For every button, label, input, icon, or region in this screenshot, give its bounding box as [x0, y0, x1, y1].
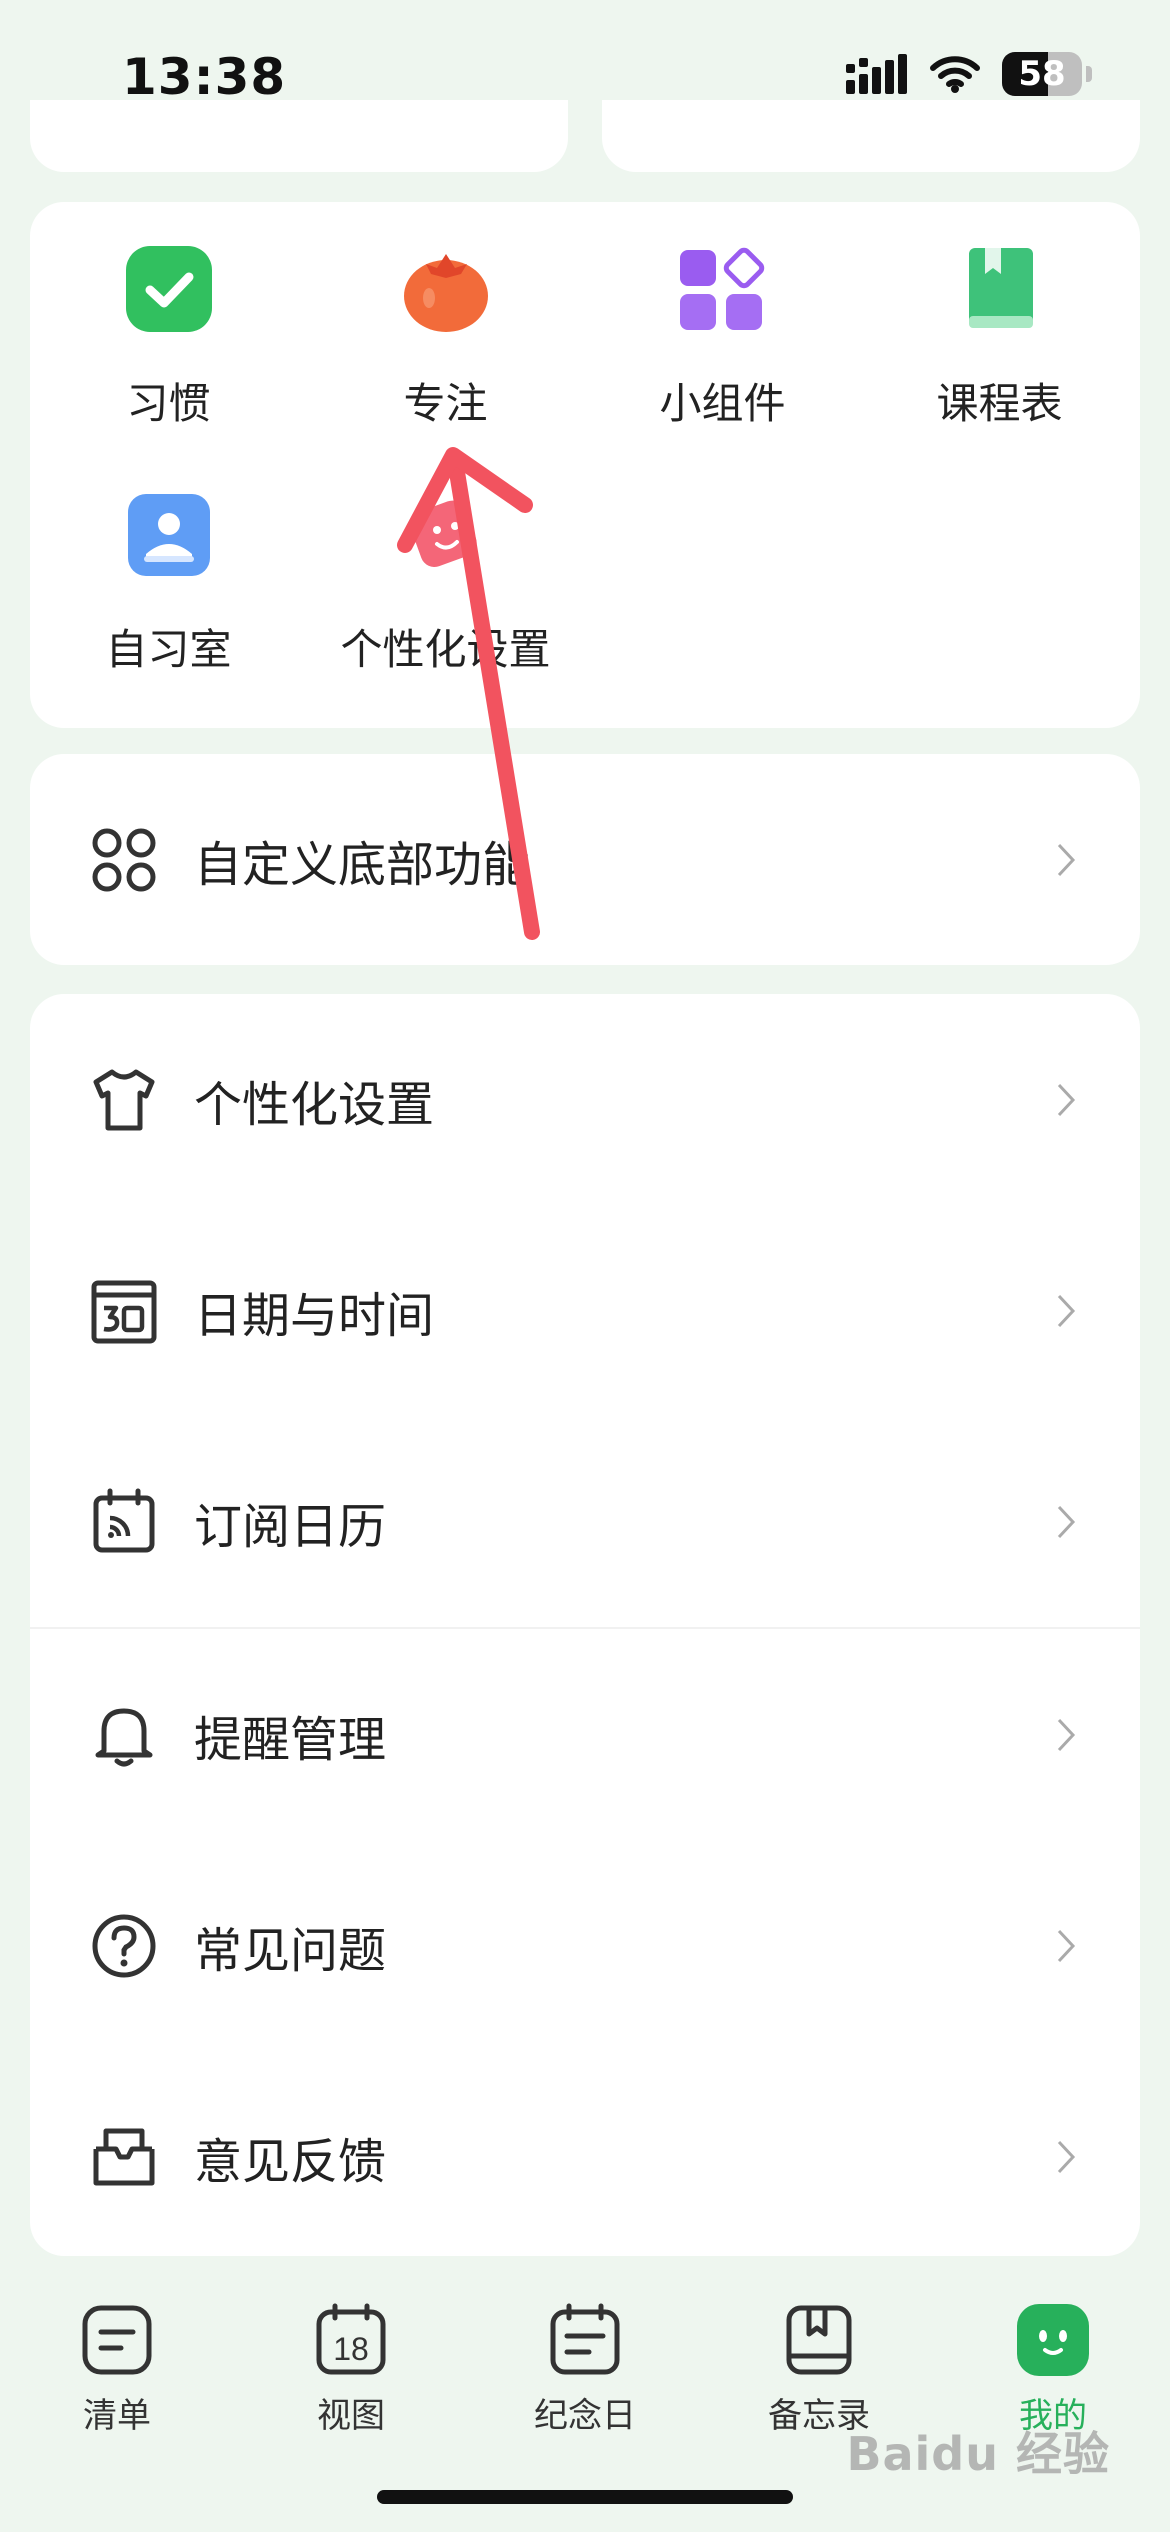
bell-icon: [95, 1708, 153, 1766]
personalize-tag-icon: [409, 500, 477, 568]
grid-label: 个性化设置: [340, 625, 551, 674]
watermark-text: Baidu 经验: [846, 2427, 1110, 2481]
grid-item-study-room[interactable]: 自习室: [30, 448, 307, 674]
course-book-icon: [968, 248, 1033, 328]
grid-item-focus[interactable]: 专注: [307, 202, 584, 428]
calendar-30-icon: [91, 1280, 157, 1343]
tab-memo[interactable]: 备忘录: [702, 2270, 936, 2437]
feedback-box-icon: [93, 2128, 155, 2185]
row-reminder[interactable]: 提醒管理: [30, 1629, 1140, 1840]
tab-me[interactable]: 我的: [936, 2270, 1170, 2437]
tomato-focus-icon: [403, 254, 488, 332]
widgets-icon: [679, 247, 764, 330]
grid-item-widgets[interactable]: 小组件: [584, 202, 861, 428]
app-screen: 13:38 58 习惯 专注 小组件 课程表 自习室 个性化设置 自定义底部功能…: [0, 0, 1170, 2532]
tab-label: 纪念日: [534, 2396, 636, 2436]
chevron-right-icon: [1057, 1294, 1076, 1327]
grid-label: 专注: [403, 379, 488, 428]
anniversary-icon: [550, 2303, 620, 2375]
status-time: 13:38: [122, 48, 287, 106]
chevron-right-icon: [1057, 1505, 1076, 1538]
custom-bottom-card: 自定义底部功能: [30, 754, 1140, 965]
four-circles-icon: [92, 828, 156, 891]
row-personalize[interactable]: 个性化设置: [30, 994, 1140, 1205]
status-icons: 58: [846, 52, 1092, 96]
chevron-right-icon: [1057, 1929, 1076, 1962]
grid-label: 自习室: [105, 625, 232, 674]
question-icon: [92, 1914, 156, 1977]
shirt-icon: [93, 1069, 155, 1130]
tab-label: 清单: [83, 2396, 151, 2436]
study-room-icon: [127, 494, 210, 576]
row-custom-bottom[interactable]: 自定义底部功能: [30, 754, 1140, 965]
row-label: 日期与时间: [194, 1287, 435, 1344]
row-feedback[interactable]: 意见反馈: [30, 2051, 1140, 2256]
tab-view[interactable]: 18 视图: [234, 2270, 468, 2437]
row-label: 订阅日历: [194, 1498, 387, 1555]
grid-label: 小组件: [659, 379, 786, 428]
row-faq[interactable]: 常见问题: [30, 1840, 1140, 2051]
row-label: 个性化设置: [194, 1076, 435, 1133]
battery-level: 58: [1018, 54, 1066, 94]
view-day-number: 18: [333, 2331, 369, 2367]
cellular-signal-icon: [846, 54, 907, 94]
tab-list[interactable]: 清单: [0, 2270, 234, 2437]
chevron-right-icon: [1057, 1718, 1076, 1751]
feature-grid: 习惯 专注 小组件 课程表 自习室 个性化设置: [30, 202, 1140, 728]
habit-check-icon: [125, 246, 212, 332]
battery-tip: [1086, 66, 1092, 82]
row-label: 常见问题: [194, 1922, 387, 1979]
grid-label: 习惯: [126, 379, 211, 428]
row-subscribe-calendar[interactable]: 订阅日历: [30, 1416, 1140, 1627]
partial-card-left: [30, 100, 568, 172]
tab-anniversary[interactable]: 纪念日: [468, 2270, 702, 2437]
chevron-right-icon: [1057, 2140, 1076, 2173]
grid-item-habit[interactable]: 习惯: [30, 202, 307, 428]
tab-label: 视图: [317, 2396, 385, 2436]
row-date-time[interactable]: 日期与时间: [30, 1205, 1140, 1416]
calendar-18-icon: 18: [316, 2303, 386, 2375]
home-indicator[interactable]: [377, 2490, 793, 2504]
row-label: 自定义底部功能: [194, 836, 531, 893]
list-icon: [82, 2305, 152, 2375]
battery-icon: 58: [1002, 52, 1082, 96]
memo-book-icon: [786, 2305, 852, 2375]
partial-card-right: [602, 100, 1140, 172]
subscribe-calendar-icon: [93, 1488, 155, 1552]
grid-label: 课程表: [936, 379, 1063, 428]
wifi-icon: [930, 56, 980, 93]
grid-item-course[interactable]: 课程表: [861, 202, 1138, 428]
row-label: 意见反馈: [194, 2133, 387, 2190]
me-face-icon: [1017, 2304, 1089, 2376]
grid-item-personalize[interactable]: 个性化设置: [307, 448, 584, 674]
chevron-right-icon: [1057, 1083, 1076, 1116]
settings-card: 个性化设置 日期与时间 订阅日历 提醒管理 常见问题 意见反馈: [30, 994, 1140, 2256]
row-label: 提醒管理: [194, 1711, 387, 1768]
chevron-right-icon: [1057, 843, 1076, 876]
